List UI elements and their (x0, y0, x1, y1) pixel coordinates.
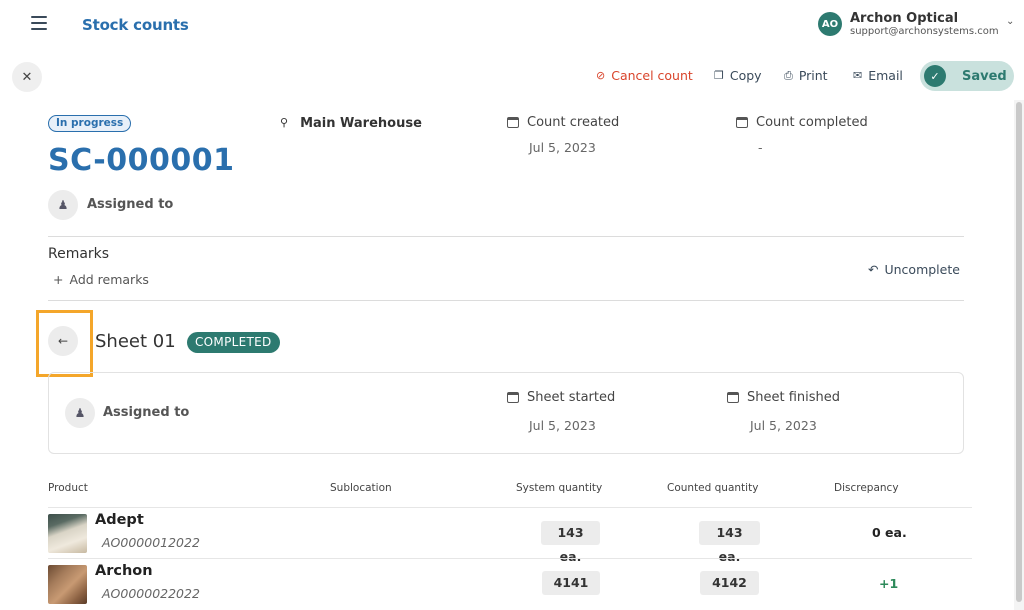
saved-label: Saved (962, 68, 1007, 84)
copy-icon: ❐ (714, 69, 724, 82)
print-label: Print (798, 68, 828, 83)
product-sku: AO0000012022 (102, 535, 200, 550)
cancel-count-button[interactable]: ⊘ Cancel count (596, 68, 693, 83)
column-header-product[interactable]: Product (48, 482, 88, 494)
product-name[interactable]: Adept (95, 512, 144, 528)
location-pin-icon: ⚲ (280, 116, 289, 129)
row-divider (48, 507, 972, 508)
calendar-icon (507, 392, 519, 403)
column-header-counted-quantity[interactable]: Counted quantity (667, 482, 758, 494)
location: ⚲ Main Warehouse (280, 116, 422, 131)
print-icon: ⎙ (784, 68, 793, 82)
menu-icon[interactable] (31, 16, 47, 30)
uncomplete-button[interactable]: ↶ Uncomplete (868, 262, 960, 277)
product-thumbnail (48, 514, 87, 553)
product-sku: AO0000022022 (102, 586, 200, 601)
check-icon: ✓ (924, 65, 946, 87)
sheet-started-label: Sheet started (507, 390, 615, 405)
account-name[interactable]: Archon Optical (850, 11, 958, 26)
cancel-count-label: Cancel count (611, 68, 693, 83)
email-button[interactable]: ✉ Email (853, 68, 903, 83)
count-completed-value: - (758, 140, 763, 155)
calendar-icon (736, 117, 748, 128)
counted-quantity[interactable]: 4142 (700, 571, 759, 595)
close-button[interactable]: ✕ (12, 62, 42, 92)
saved-button[interactable]: ✓ Saved (920, 61, 1014, 91)
sheet-status-badge: COMPLETED (187, 332, 280, 353)
undo-icon: ↶ (868, 262, 879, 277)
calendar-icon (507, 117, 519, 128)
email-label: Email (868, 68, 903, 83)
add-remarks-button[interactable]: + Add remarks (53, 272, 149, 287)
discrepancy: +1 (879, 576, 899, 591)
account-email[interactable]: support@archonsystems.com (850, 26, 999, 37)
scrollbar-thumb[interactable] (1016, 102, 1022, 602)
count-created-value: Jul 5, 2023 (529, 140, 596, 155)
cancel-icon: ⊘ (596, 69, 606, 82)
copy-button[interactable]: ❐ Copy (714, 68, 762, 83)
avatar[interactable]: AO (818, 12, 842, 36)
sheet-finished-value: Jul 5, 2023 (750, 418, 817, 433)
back-button[interactable]: ← (48, 326, 78, 356)
divider (48, 236, 964, 237)
count-completed-label: Count completed (736, 115, 868, 130)
divider (48, 300, 964, 301)
sheet-assigned-to-label[interactable]: Assigned to (103, 405, 189, 420)
sheet-started-value: Jul 5, 2023 (529, 418, 596, 433)
status-badge: In progress (48, 115, 132, 132)
page-title: Stock counts (82, 16, 189, 34)
assigned-to-label[interactable]: Assigned to (87, 197, 173, 212)
user-icon[interactable]: ♟ (65, 398, 95, 428)
user-icon[interactable]: ♟ (48, 190, 78, 220)
remarks-title: Remarks (48, 246, 110, 262)
count-created-label: Count created (507, 115, 619, 130)
email-icon: ✉ (853, 69, 863, 82)
chevron-down-icon[interactable]: ⌄ (1006, 16, 1014, 27)
column-header-system-quantity[interactable]: System quantity (516, 482, 602, 494)
product-thumbnail (48, 565, 87, 604)
sheet-title: Sheet 01 (95, 331, 176, 352)
arrow-left-icon: ← (57, 334, 69, 348)
system-quantity: 4141 (542, 571, 600, 595)
product-name[interactable]: Archon (95, 563, 153, 579)
plus-icon: + (53, 272, 64, 287)
copy-label: Copy (729, 68, 762, 83)
column-header-discrepancy[interactable]: Discrepancy (834, 482, 899, 494)
count-id: SC-000001 (48, 143, 235, 178)
system-quantity: 143 ea. (541, 521, 600, 564)
discrepancy: 0 ea. (872, 525, 907, 540)
column-header-sublocation[interactable]: Sublocation (330, 482, 392, 494)
print-button[interactable]: ⎙ Print (784, 68, 828, 83)
row-divider (48, 558, 972, 559)
close-icon: ✕ (21, 69, 33, 85)
sheet-finished-label: Sheet finished (727, 390, 840, 405)
calendar-icon (727, 392, 739, 403)
location-label: Main Warehouse (300, 116, 422, 131)
counted-quantity[interactable]: 143 ea. (699, 521, 760, 564)
